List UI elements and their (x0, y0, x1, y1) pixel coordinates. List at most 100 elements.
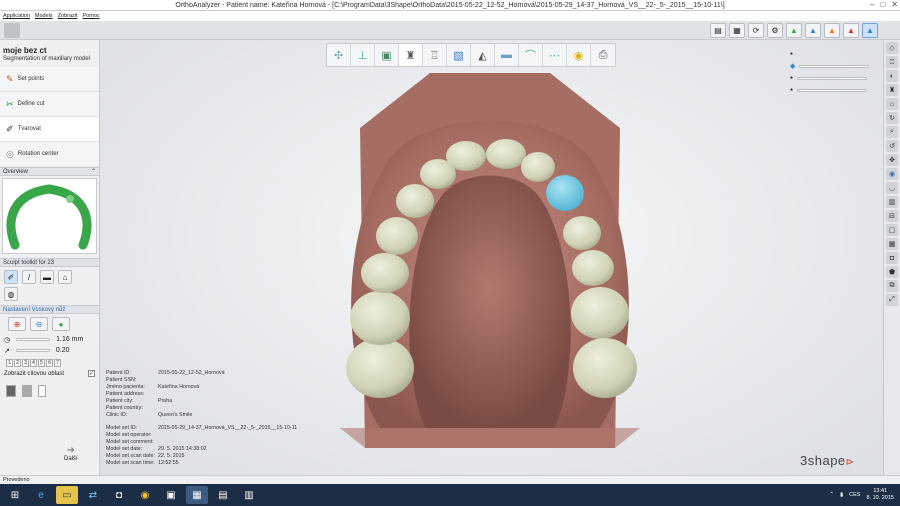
smooth-material-icon[interactable]: ● (52, 317, 70, 331)
paste-icon[interactable]: ▦ (729, 23, 745, 38)
collapse-icon[interactable]: ⌃ (91, 168, 96, 175)
menu-application[interactable]: Application (3, 13, 30, 19)
pen-icon[interactable]: / (22, 270, 36, 284)
menu-pomoc[interactable]: Pomoc (83, 13, 100, 19)
language-indicator[interactable]: CES (849, 492, 860, 498)
blue-tree-active-icon[interactable]: ▲ (862, 23, 878, 38)
green-tree-icon[interactable]: ▲ (786, 23, 802, 38)
rotate-2-icon[interactable]: ↺ (886, 140, 898, 152)
copy-icon[interactable]: ▤ (710, 23, 726, 38)
opacity-slider-2[interactable] (797, 76, 868, 80)
refresh-icon[interactable]: ⟳ (748, 23, 764, 38)
color-swatch-1[interactable] (6, 385, 16, 397)
save-icon[interactable] (4, 23, 20, 38)
copy-view-icon[interactable]: ⧉ (886, 280, 898, 292)
pan-icon[interactable]: ✣ (327, 44, 351, 66)
shield-icon[interactable]: ⬟ (886, 266, 898, 278)
globe-icon[interactable]: ◍ (4, 287, 18, 301)
strength-slider[interactable] (15, 349, 50, 352)
marker-icon[interactable]: ◉ (567, 44, 591, 66)
tooth-view-icon[interactable]: ♖ (886, 56, 898, 68)
explorer-icon[interactable]: ▭ (56, 486, 78, 504)
settings-icon[interactable]: ⚙ (767, 23, 783, 38)
step-rotation-center[interactable]: ◎ Rotation center (0, 142, 99, 167)
occlusion-icon[interactable]: ⋯ (543, 44, 567, 66)
color-swatch-2[interactable] (22, 385, 32, 397)
model-blue-icon[interactable]: ◉ (886, 168, 898, 180)
measure-icon[interactable]: ▧ (447, 44, 471, 66)
ie-icon[interactable]: e (30, 486, 52, 504)
number-button[interactable]: 3 (22, 359, 29, 367)
morph-icon[interactable]: ⌂ (58, 270, 72, 284)
number-button[interactable]: 5 (38, 359, 45, 367)
tooth-crown-icon[interactable]: ♜ (399, 44, 423, 66)
number-button[interactable]: 2 (14, 359, 21, 367)
remove-material-icon[interactable]: ⊖ (30, 317, 48, 331)
color-swatch-3[interactable] (38, 385, 46, 397)
maximize-button[interactable]: □ (880, 0, 885, 9)
camera-icon[interactable]: ◘ (886, 252, 898, 264)
info-value: 2015-05-29_14-37_Hornová_VS__22-_5-_2015… (158, 425, 298, 431)
print-icon[interactable]: ⎙ (591, 44, 615, 66)
step-set-points[interactable]: ✎ Set points (0, 67, 99, 92)
ruler-icon[interactable]: ⊟ (886, 210, 898, 222)
pan-right-icon[interactable]: ✥ (886, 154, 898, 166)
expand-icon[interactable]: ⤢ (886, 294, 898, 306)
frame-icon[interactable]: ▢ (886, 224, 898, 236)
tooth-white-icon[interactable]: ♜ (886, 84, 898, 96)
step-define-cut[interactable]: ✂ Define cut (0, 92, 99, 117)
zoom-icon[interactable]: ⌕ (886, 126, 898, 138)
jaw-icon[interactable]: ◡ (886, 182, 898, 194)
tooth-root-icon[interactable]: ♖ (423, 44, 447, 66)
next-button[interactable]: ➜ Další (64, 445, 78, 462)
number-button[interactable]: 7 (54, 359, 61, 367)
picture-icon[interactable]: ▣ (375, 44, 399, 66)
network-icon[interactable]: ▮ (840, 492, 843, 498)
number-button[interactable]: 1 (6, 359, 13, 367)
app-icon-1[interactable]: ▣ (160, 486, 182, 504)
rotate-icon[interactable]: ↻ (886, 112, 898, 124)
size-slider[interactable] (16, 338, 51, 341)
clock[interactable]: 13:41 8. 10. 2015 (866, 488, 894, 502)
size-row: ◷ 1.16 mm (0, 334, 99, 345)
red-tree-icon[interactable]: ▲ (843, 23, 859, 38)
number-button[interactable]: 4 (30, 359, 37, 367)
opacity-slider-1[interactable] (799, 64, 870, 68)
orthoanalyzer-task-icon[interactable]: ▦ (186, 486, 208, 504)
overview-thumbnail[interactable] (2, 178, 97, 254)
menu-zobrazit[interactable]: Zobrazit (58, 13, 78, 19)
axes-icon[interactable]: ⊥ (351, 44, 375, 66)
layers-icon[interactable]: ▥ (886, 196, 898, 208)
clock-date: 8. 10. 2015 (866, 495, 894, 501)
wax-knife-icon[interactable]: ✐ (4, 270, 18, 284)
teamviewer-icon[interactable]: ⇄ (82, 486, 104, 504)
rotation-center-icon: ◎ (6, 148, 14, 159)
chrome-icon[interactable]: ◉ (134, 486, 156, 504)
house-icon[interactable]: ⌂ (886, 98, 898, 110)
gum-view-icon[interactable]: ◐ (886, 70, 898, 82)
arch-icon[interactable]: ⌒ (519, 44, 543, 66)
3d-viewport[interactable]: ✣ ⊥ ▣ ♜ ♖ ▧ ◭ ▬ ⌒ ⋯ ◉ ⎙ ● ◆ ● ● Patient … (100, 40, 890, 475)
view-top-icon[interactable]: ◇ (886, 42, 898, 54)
step-tvarovat[interactable]: ✐ Tvarovat (0, 117, 99, 142)
smooth-icon[interactable]: ▬ (40, 270, 54, 284)
tray-arrow-icon[interactable]: ⌃ (830, 492, 835, 498)
menu-models[interactable]: Models (35, 13, 53, 19)
windows-start-icon[interactable]: ⊞ (4, 486, 26, 504)
blue-tree-icon[interactable]: ▲ (805, 23, 821, 38)
orange-tree-icon[interactable]: ▲ (824, 23, 840, 38)
show-target-checkbox[interactable]: ✓ (88, 370, 95, 377)
overview-header[interactable]: Overview ⌃ (0, 167, 99, 176)
app-icon-3[interactable]: ▥ (238, 486, 260, 504)
camera-app-icon[interactable]: ◘ (108, 486, 130, 504)
close-button[interactable]: ✕ (891, 0, 898, 9)
app-icon-2[interactable]: ▤ (212, 486, 234, 504)
number-button[interactable]: 6 (46, 359, 53, 367)
minimize-button[interactable]: – (870, 0, 874, 9)
grid-icon[interactable]: ▦ (886, 238, 898, 250)
box-icon[interactable]: ▬ (495, 44, 519, 66)
opacity-slider-3[interactable] (797, 88, 868, 92)
add-material-icon[interactable]: ⊕ (8, 317, 26, 331)
triangle-tool-icon[interactable]: ◭ (471, 44, 495, 66)
visibility-dot-1: ● (790, 51, 794, 57)
